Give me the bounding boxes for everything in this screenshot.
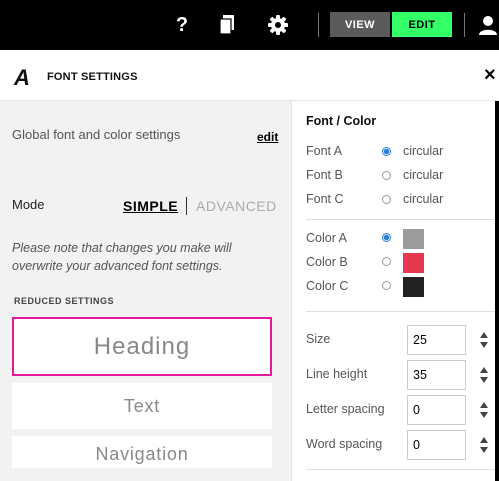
font-b-label: Font B [306, 168, 343, 182]
size-stepper[interactable] [480, 332, 490, 350]
color-b-radio[interactable] [382, 257, 391, 266]
warning-note: Please note that changes you make will o… [12, 241, 232, 273]
scrollbar-edge [495, 101, 499, 481]
line-height-input[interactable]: 35 [407, 360, 466, 390]
font-a-radio[interactable] [382, 147, 391, 156]
color-c-swatch[interactable] [403, 277, 424, 297]
font-color-title: Font / Color [306, 114, 377, 128]
mode-divider [186, 197, 187, 215]
help-icon[interactable]: ? [172, 13, 192, 37]
section-divider [306, 219, 495, 220]
color-b-label: Color B [306, 255, 348, 269]
word-spacing-input[interactable]: 0 [407, 430, 466, 460]
panel-header: A FONT SETTINGS × [0, 50, 499, 101]
font-c-radio[interactable] [382, 195, 391, 204]
gear-icon[interactable] [266, 13, 290, 37]
color-c-radio[interactable] [382, 281, 391, 290]
edit-mode-button[interactable]: EDIT [392, 12, 452, 37]
preset-navigation[interactable]: Navigation [12, 436, 272, 468]
pages-icon[interactable] [218, 13, 238, 37]
size-input[interactable]: 25 [407, 325, 466, 355]
toolbar-divider [464, 13, 465, 37]
font-a-label: Font A [306, 144, 343, 158]
view-button[interactable]: VIEW [330, 12, 390, 37]
toolbar-divider [318, 13, 319, 37]
color-a-swatch[interactable] [403, 229, 424, 249]
word-spacing-stepper[interactable] [480, 437, 490, 455]
color-c-label: Color C [306, 279, 349, 293]
font-c-label: Font C [306, 192, 344, 206]
line-height-label: Line height [306, 367, 368, 381]
preset-heading[interactable]: Heading [12, 317, 272, 376]
font-logo-icon: A [14, 65, 30, 90]
letter-spacing-stepper[interactable] [480, 402, 490, 420]
letter-spacing-input[interactable]: 0 [407, 395, 466, 425]
edit-link[interactable]: edit [257, 130, 278, 144]
color-a-radio[interactable] [382, 233, 391, 242]
section-divider [306, 469, 495, 470]
letter-spacing-label: Letter spacing [306, 402, 385, 416]
panel-title: FONT SETTINGS [47, 71, 138, 83]
color-b-swatch[interactable] [403, 253, 424, 273]
mode-label: Mode [12, 197, 45, 212]
font-b-value: circular [403, 168, 444, 182]
line-height-stepper[interactable] [480, 367, 490, 385]
top-toolbar: ? VIEW EDIT [0, 0, 499, 50]
mode-simple-toggle[interactable]: SIMPLE [123, 198, 178, 214]
size-label: Size [306, 332, 331, 346]
font-b-radio[interactable] [382, 171, 391, 180]
font-c-value: circular [403, 192, 444, 206]
close-icon[interactable]: × [484, 64, 496, 87]
global-settings-text: Global font and color settings [12, 127, 181, 142]
font-a-value: circular [403, 144, 444, 158]
reduced-settings-label: REDUCED SETTINGS [14, 296, 115, 306]
color-a-label: Color A [306, 231, 347, 245]
word-spacing-label: Word spacing [306, 437, 383, 451]
preset-text[interactable]: Text [12, 383, 272, 429]
user-icon[interactable] [477, 13, 499, 37]
mode-advanced-toggle[interactable]: ADVANCED [196, 198, 277, 214]
section-divider [306, 311, 495, 312]
